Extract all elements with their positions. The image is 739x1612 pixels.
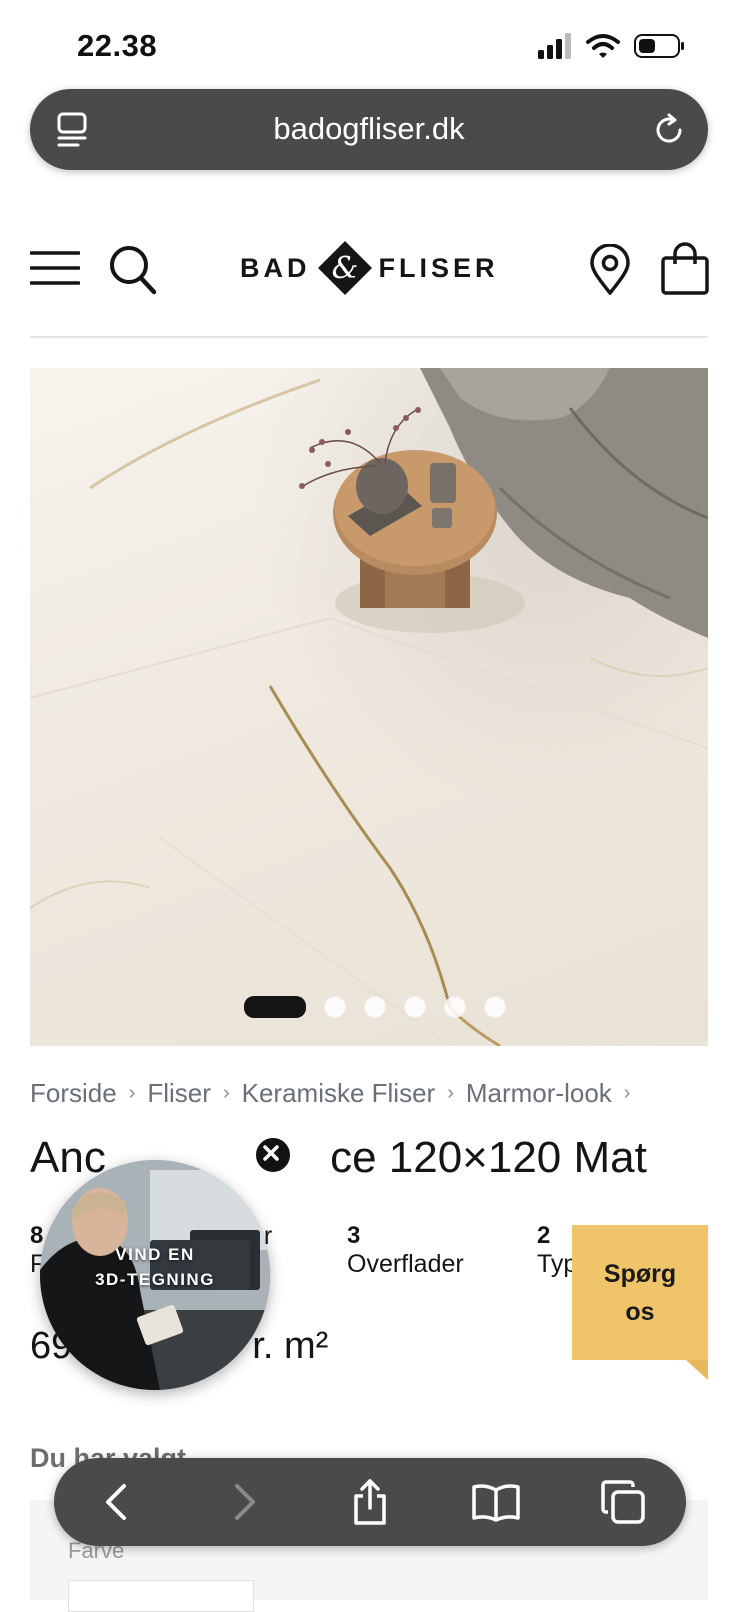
shopping-bag-icon[interactable] — [660, 242, 710, 301]
stat-label: Overflader — [347, 1250, 464, 1278]
browser-toolbar — [54, 1458, 686, 1546]
status-time: 22.38 — [77, 28, 158, 63]
video-promo-bubble[interactable]: VIND EN 3D-TEGNING — [40, 1160, 270, 1390]
reload-icon[interactable] — [652, 111, 686, 154]
search-icon[interactable] — [108, 244, 158, 301]
product-image-gallery[interactable] — [30, 368, 708, 1046]
logo-text-left: BAD — [240, 252, 311, 283]
promo-text-line: VIND EN — [115, 1245, 195, 1264]
product-photo — [30, 368, 708, 1046]
cellular-signal-icon — [538, 33, 571, 59]
status-icons — [538, 33, 686, 59]
ask-us-chat-button[interactable]: Spørg os — [572, 1225, 708, 1360]
store-location-icon[interactable] — [588, 243, 632, 301]
promo-text-line: 3D-TEGNING — [95, 1270, 215, 1289]
color-option-select[interactable] — [68, 1580, 254, 1612]
breadcrumb-item[interactable]: Forside — [30, 1078, 117, 1109]
chevron-right-icon — [234, 1484, 255, 1520]
breadcrumb-separator: › — [623, 1082, 631, 1104]
stat-number: 3 — [347, 1222, 361, 1249]
close-promo-button[interactable] — [254, 1136, 292, 1174]
chevron-left-icon — [106, 1484, 127, 1520]
share-icon — [354, 1479, 386, 1525]
tabs-icon — [601, 1480, 645, 1524]
share-button[interactable] — [340, 1472, 400, 1532]
url-text[interactable]: badogfliser.dk — [30, 111, 708, 147]
forward-button[interactable] — [214, 1472, 274, 1532]
breadcrumb-separator: › — [222, 1082, 230, 1104]
back-button[interactable] — [87, 1472, 147, 1532]
tabs-button[interactable] — [593, 1472, 653, 1532]
ask-us-label: os — [625, 1297, 655, 1326]
ask-us-label: Spørg — [603, 1259, 677, 1288]
logo-diamond-icon: & — [317, 241, 372, 295]
gallery-dot[interactable] — [444, 996, 466, 1018]
product-title-part: ce 120×120 Mat — [330, 1133, 647, 1182]
hamburger-menu-icon[interactable] — [29, 250, 81, 291]
gallery-pagination — [244, 996, 506, 1018]
gallery-dot[interactable] — [404, 996, 426, 1018]
close-icon — [263, 1145, 279, 1161]
book-icon — [472, 1484, 521, 1522]
wifi-icon — [586, 34, 620, 58]
gallery-dot[interactable] — [244, 996, 306, 1018]
breadcrumb: Forside › Fliser › Keramiske Fliser › Ma… — [30, 1078, 630, 1109]
stat-surfaces: 3 Overflader — [347, 1222, 464, 1279]
gallery-dot[interactable] — [364, 996, 386, 1018]
promo-text: VIND EN 3D-TEGNING — [40, 1242, 270, 1292]
gallery-dot[interactable] — [324, 996, 346, 1018]
breadcrumb-item[interactable]: Marmor-look — [466, 1078, 612, 1109]
header-divider — [30, 336, 708, 338]
breadcrumb-item[interactable]: Fliser — [147, 1078, 211, 1109]
battery-icon — [634, 34, 684, 58]
breadcrumb-item[interactable]: Keramiske Fliser — [242, 1078, 436, 1109]
gallery-dot[interactable] — [484, 996, 506, 1018]
bookmarks-button[interactable] — [466, 1472, 526, 1532]
address-bar[interactable]: badogfliser.dk — [30, 89, 708, 170]
logo-ampersand: & — [331, 251, 358, 286]
breadcrumb-separator: › — [447, 1082, 454, 1104]
site-logo[interactable]: BAD & FLISER — [240, 240, 499, 296]
chat-bubble-tail — [686, 1360, 708, 1380]
breadcrumb-separator: › — [128, 1082, 136, 1104]
logo-text-right: FLISER — [378, 252, 499, 283]
